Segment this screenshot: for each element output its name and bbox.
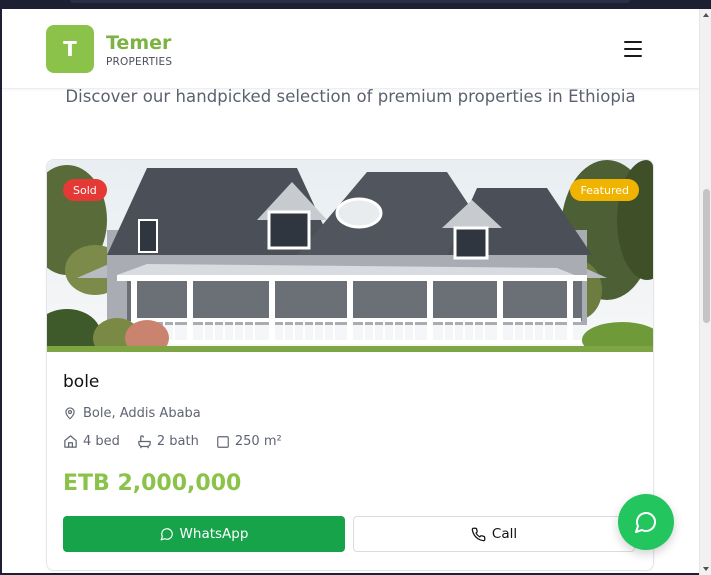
scroll-down-arrow-icon[interactable]	[703, 567, 709, 571]
section-subtitle: Discover our handpicked selection of pre…	[65, 87, 636, 106]
property-card[interactable]: Sold Featured bole Bole, Addis Ababa 4 b…	[46, 159, 654, 571]
bath-icon	[138, 435, 151, 449]
whatsapp-button[interactable]: WhatsApp	[63, 516, 345, 552]
beds-label: 4 bed	[83, 434, 120, 449]
property-location: Bole, Addis Ababa	[63, 406, 201, 421]
brand-name[interactable]: Temer	[106, 32, 171, 54]
status-badge-sold: Sold	[63, 179, 107, 201]
featured-badge: Featured	[570, 179, 639, 201]
spec-area: 250 m²	[216, 434, 282, 449]
brand-subtitle: PROPERTIES	[106, 56, 173, 68]
spec-baths: 2 bath	[137, 434, 199, 449]
page-scrollbar[interactable]	[699, 9, 711, 575]
property-specs: 4 bed 2 bath 250 m²	[63, 434, 299, 449]
area-label: 250 m²	[234, 434, 282, 449]
phone-icon	[471, 527, 486, 541]
scrollbar-thumb[interactable]	[703, 189, 710, 323]
chat-bubble-icon	[160, 528, 173, 541]
call-button[interactable]: Call	[353, 516, 635, 552]
location-text: Bole, Addis Ababa	[83, 406, 201, 421]
property-price: ETB 2,000,000	[63, 471, 242, 496]
browser-top-strip	[0, 0, 711, 9]
call-label: Call	[491, 526, 518, 542]
logo-badge[interactable]: T	[46, 25, 94, 73]
chat-bubble-icon	[635, 512, 656, 533]
property-photo[interactable]: Sold Featured	[47, 160, 653, 352]
map-pin-icon	[65, 407, 75, 420]
baths-label: 2 bath	[156, 434, 199, 449]
page-viewport: T Temer PROPERTIES Discover our handpick…	[2, 9, 699, 573]
home-icon	[64, 435, 77, 448]
site-header: T Temer PROPERTIES	[2, 9, 699, 89]
square-area-icon	[217, 435, 229, 448]
whatsapp-label: WhatsApp	[179, 526, 249, 542]
spec-beds: 4 bed	[63, 434, 120, 449]
property-title[interactable]: bole	[63, 372, 99, 392]
hamburger-menu-icon[interactable]	[622, 41, 646, 59]
scroll-up-arrow-icon[interactable]	[703, 13, 709, 17]
chat-fab-button[interactable]	[618, 494, 674, 550]
